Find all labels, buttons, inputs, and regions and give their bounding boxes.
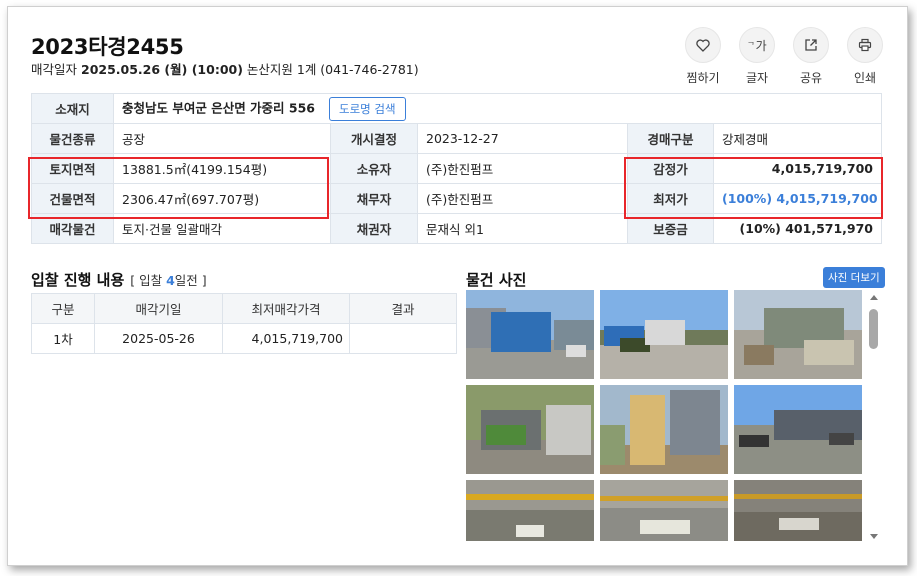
- col-sale-date: 매각기일: [94, 293, 223, 324]
- sale-item-label: 매각물건: [31, 213, 114, 244]
- photo-thumbnail[interactable]: [600, 290, 728, 379]
- bid-title: 입찰 진행 내용: [31, 271, 125, 289]
- info-row-building: 건물면적 2306.47㎡(697.707평) 채무자 (주)한진펌프 최저가 …: [31, 183, 883, 214]
- more-photos-button[interactable]: 사진 더보기: [823, 267, 885, 288]
- col-min-price: 최저매각가격: [222, 293, 350, 324]
- owner-value: (주)한진펌프: [417, 153, 628, 184]
- bid-date: 2025-05-26: [94, 323, 223, 354]
- font-size-icon: ᄀ가: [739, 27, 775, 63]
- commencement-value: 2023-12-27: [417, 123, 628, 154]
- font-size-label: 글자: [745, 71, 769, 85]
- print-icon: [847, 27, 883, 63]
- land-area-label: 토지면적: [31, 153, 114, 184]
- location-label: 소재지: [31, 93, 114, 124]
- debtor-label: 채무자: [330, 183, 418, 214]
- case-number: 2023타경2455: [31, 35, 184, 59]
- col-result: 결과: [349, 293, 457, 324]
- scroll-down-arrow-icon[interactable]: [870, 534, 878, 539]
- auction-type-label: 경매구분: [627, 123, 714, 154]
- share-icon: [793, 27, 829, 63]
- bid-history-table: 구분 매각기일 최저매각가격 결과 1차 2025-05-26 4,015,71…: [31, 293, 457, 354]
- bookmark-label: 찜하기: [686, 71, 720, 85]
- case-detail-window: 2023타경2455 매각일자 2025.05.26 (월) (10:00) 논…: [7, 6, 908, 566]
- bid-price: 4,015,719,700: [222, 323, 350, 354]
- property-type-label: 물건종류: [31, 123, 114, 154]
- deposit-value: (10%) 401,571,970: [712, 213, 883, 244]
- info-row-sale-item: 매각물건 토지·건물 일괄매각 채권자 문재식 외1 보증금 (10%) 401…: [31, 213, 883, 244]
- property-info-table: 소재지 충청남도 부여군 은산면 가중리 556 도로명 검색 물건종류 공장 …: [31, 93, 883, 244]
- bid-result: [349, 323, 457, 354]
- photo-thumbnail[interactable]: [466, 385, 594, 474]
- sale-info: 매각일자 2025.05.26 (월) (10:00) 논산지원 1계 (041…: [31, 59, 419, 78]
- building-area-value: 2306.47㎡(697.707평): [113, 183, 331, 214]
- photo-thumbnail[interactable]: [734, 290, 862, 379]
- photo-thumbnail[interactable]: [600, 480, 728, 541]
- creditor-label: 채권자: [330, 213, 418, 244]
- photo-thumbnail[interactable]: [466, 480, 594, 541]
- scroll-up-arrow-icon[interactable]: [870, 295, 878, 300]
- print-button[interactable]: 인쇄: [847, 27, 883, 86]
- sale-date: 2025.05.26 (월) (10:00): [81, 62, 243, 77]
- bookmark-button[interactable]: 찜하기: [685, 27, 721, 86]
- photo-thumbnail[interactable]: [600, 385, 728, 474]
- location-cell: 충청남도 부여군 은산면 가중리 556 도로명 검색: [112, 93, 883, 124]
- photo-thumbnail[interactable]: [734, 480, 862, 541]
- font-size-button[interactable]: ᄀ가 글자: [739, 27, 775, 86]
- location-row: 소재지 충청남도 부여군 은산면 가중리 556 도로명 검색: [31, 93, 883, 124]
- info-row-type: 물건종류 공장 개시결정 2023-12-27 경매구분 강제경매: [31, 123, 883, 154]
- appraisal-value: 4,015,719,700: [712, 153, 883, 184]
- print-label: 인쇄: [853, 71, 877, 85]
- minimum-price-value: (100%) 4,015,719,700: [712, 183, 883, 214]
- owner-label: 소유자: [330, 153, 418, 184]
- action-bar: 찜하기 ᄀ가 글자 공유 인쇄: [685, 27, 883, 86]
- location-address: 충청남도 부여군 은산면 가중리 556: [122, 100, 316, 115]
- building-area-label: 건물면적: [31, 183, 114, 214]
- share-label: 공유: [799, 71, 823, 85]
- bid-section-title: 입찰 진행 내용 [ 입찰 4일전 ]: [31, 269, 207, 290]
- property-type-value: 공장: [113, 123, 331, 154]
- deposit-label: 보증금: [627, 213, 714, 244]
- photo-gallery: [466, 290, 862, 541]
- court-info: 논산지원 1계 (041-746-2781): [246, 62, 419, 77]
- heart-icon: [685, 27, 721, 63]
- col-round: 구분: [31, 293, 95, 324]
- sale-item-value: 토지·건물 일괄매각: [113, 213, 331, 244]
- info-row-land: 토지면적 13881.5㎡(4199.154평) 소유자 (주)한진펌프 감정가…: [31, 153, 883, 184]
- share-button[interactable]: 공유: [793, 27, 829, 86]
- bid-round: 1차: [31, 323, 95, 354]
- land-area-value: 13881.5㎡(4199.154평): [113, 153, 331, 184]
- photo-section-title: 물건 사진: [466, 271, 527, 289]
- photo-thumbnail[interactable]: [466, 290, 594, 379]
- gallery-scrollbar[interactable]: [868, 295, 880, 539]
- bid-header-row: 구분 매각기일 최저매각가격 결과: [31, 293, 457, 324]
- creditor-value: 문재식 외1: [417, 213, 628, 244]
- sale-date-label: 매각일자: [31, 62, 78, 77]
- auction-type-value: 강제경매: [712, 123, 883, 154]
- photo-thumbnail[interactable]: [734, 385, 862, 474]
- appraisal-label: 감정가: [627, 153, 714, 184]
- bid-days: 4: [166, 273, 175, 288]
- commencement-label: 개시결정: [330, 123, 418, 154]
- table-row: 1차 2025-05-26 4,015,719,700: [31, 323, 457, 354]
- bid-countdown: [ 입찰 4일전 ]: [130, 273, 207, 288]
- debtor-value: (주)한진펌프: [417, 183, 628, 214]
- minimum-price-label: 최저가: [627, 183, 714, 214]
- scrollbar-thumb[interactable]: [869, 309, 878, 349]
- road-address-search-button[interactable]: 도로명 검색: [329, 96, 406, 121]
